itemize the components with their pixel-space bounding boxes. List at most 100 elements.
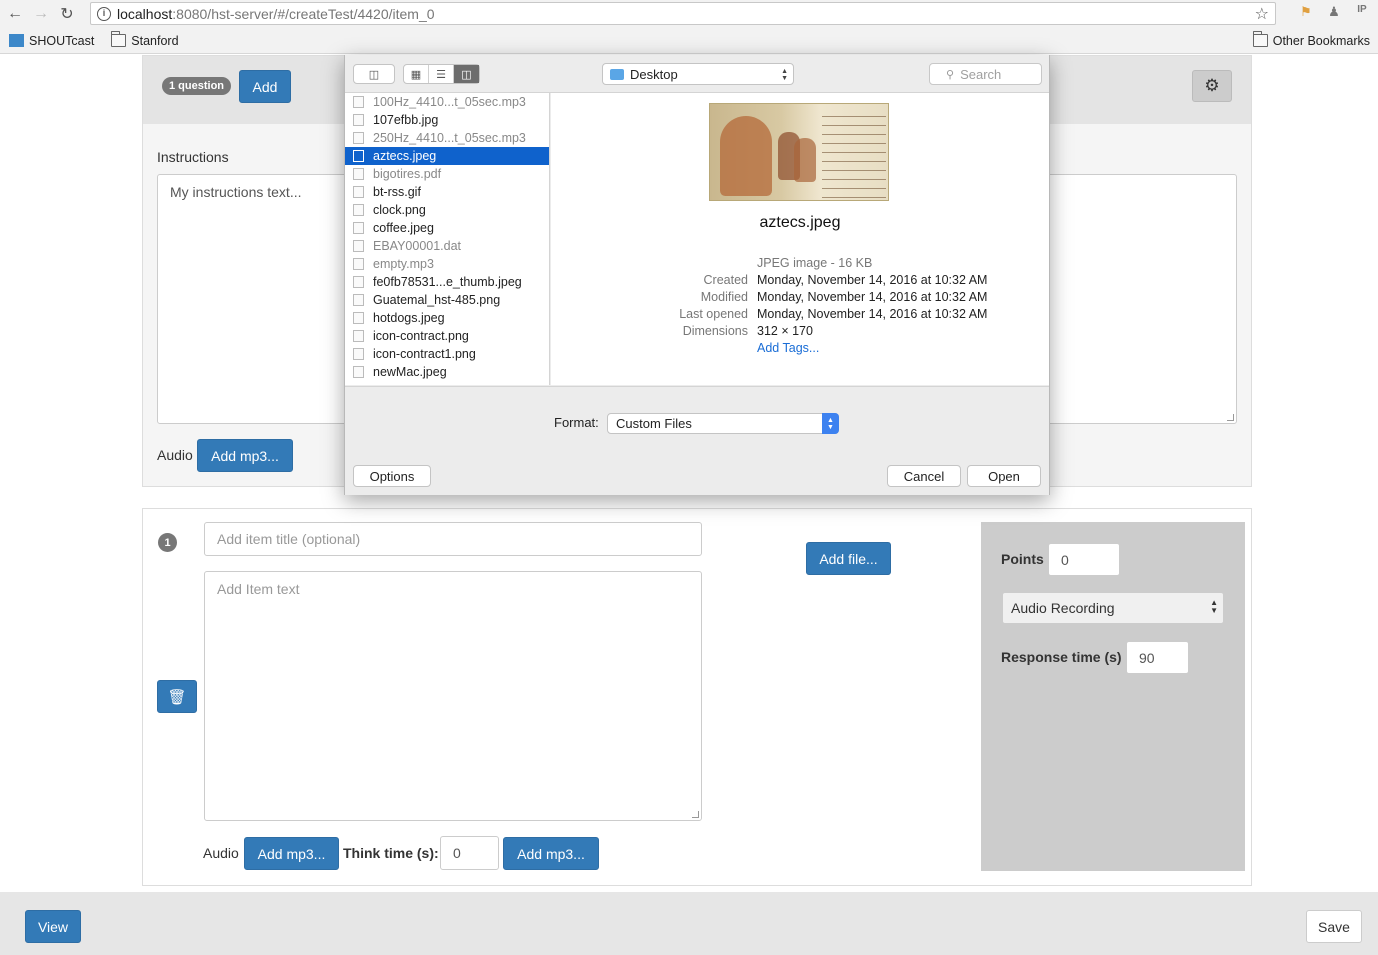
bookmark-star-icon[interactable]: ☆ [1255, 4, 1269, 24]
file-name: fe0fb78531...e_thumb.jpeg [373, 275, 522, 289]
add-question-button[interactable]: Add [239, 70, 291, 103]
file-list-item[interactable]: aztecs.jpeg [345, 147, 549, 165]
modified-value: Monday, November 14, 2016 at 10:32 AM [757, 290, 988, 304]
file-icon [353, 96, 364, 108]
file-list-item[interactable]: 107efbb.jpg [345, 111, 549, 129]
bookmark-label: Other Bookmarks [1272, 33, 1370, 48]
dimensions-label: Dimensions [682, 324, 748, 338]
trash-icon: 🗑 [167, 688, 187, 706]
instructions-audio-label: Audio [157, 447, 193, 463]
column-view-icon[interactable]: ◫ [454, 65, 479, 83]
options-button[interactable]: Options [353, 465, 431, 487]
file-name: Guatemal_hst-485.png [373, 293, 501, 307]
item-add-mp3-button[interactable]: Add mp3... [244, 837, 339, 870]
address-bar[interactable]: i localhost:8080/hst-server/#/createTest… [90, 2, 1276, 25]
file-list-item[interactable]: hotdogs.jpeg [345, 309, 549, 327]
cancel-button[interactable]: Cancel [887, 465, 961, 487]
file-icon [353, 132, 364, 144]
info-icon[interactable]: i [97, 6, 111, 21]
file-list-item[interactable]: 100Hz_4410...t_05sec.mp3 [345, 93, 549, 111]
forward-icon[interactable]: → [30, 3, 52, 25]
think-time-input[interactable]: 0 [440, 836, 499, 870]
file-name: 250Hz_4410...t_05sec.mp3 [373, 131, 526, 145]
bookmark-label: Stanford [131, 33, 179, 48]
file-list-item[interactable]: clock.png [345, 201, 549, 219]
file-preview: aztecs.jpeg JPEG image - 16 KB Created M… [551, 93, 1049, 385]
shoutcast-icon [9, 34, 24, 47]
think-time-label: Think time (s): [343, 845, 439, 861]
instructions-add-mp3-button[interactable]: Add mp3... [197, 439, 293, 472]
file-list-item[interactable]: icon-contract1.png [345, 345, 549, 363]
file-list-item[interactable]: fe0fb78531...e_thumb.jpeg [345, 273, 549, 291]
sidebar-icon[interactable]: ◫ [354, 65, 394, 83]
preview-filename: aztecs.jpeg [759, 214, 841, 231]
item-text-textarea[interactable]: Add Item text [204, 571, 702, 821]
url-path: :8080/hst-server/#/createTest/4420/item_… [172, 5, 435, 22]
preview-thumbnail [709, 103, 889, 201]
item-settings-panel: Points 0 Audio Recording ▲ ▼ Response tim… [981, 522, 1245, 871]
file-name: empty.mp3 [373, 257, 434, 271]
location-value: Desktop [630, 66, 678, 82]
file-icon [353, 276, 364, 288]
location-popup[interactable]: Desktop ▲ ▼ [602, 63, 794, 85]
resize-handle[interactable] [692, 811, 699, 818]
back-icon[interactable]: ← [4, 3, 26, 25]
points-input[interactable]: 0 [1048, 543, 1120, 576]
file-list-item[interactable]: newMac.jpeg [345, 363, 549, 381]
flag-extension-icon[interactable]: ⚑ [1296, 4, 1316, 20]
file-list-item[interactable]: bt-rss.gif [345, 183, 549, 201]
file-name: EBAY00001.dat [373, 239, 462, 253]
last-opened-value: Monday, November 14, 2016 at 10:32 AM [757, 307, 988, 321]
folder-icon [111, 31, 127, 47]
file-list-item[interactable]: 250Hz_4410...t_05sec.mp3 [345, 129, 549, 147]
file-list-item[interactable]: icon-contract.png [345, 327, 549, 345]
bookmark-stanford[interactable]: Stanford [111, 31, 179, 48]
bookmark-shoutcast[interactable]: SHOUTcast [9, 34, 94, 48]
file-list-item[interactable]: bigotires.pdf [345, 165, 549, 183]
file-list-item[interactable]: Guatemal_hst-485.png [345, 291, 549, 309]
resize-handle[interactable] [1227, 414, 1234, 421]
file-name: 100Hz_4410...t_05sec.mp3 [373, 95, 526, 109]
response-time-input[interactable]: 90 [1126, 641, 1189, 674]
delete-item-button[interactable]: 🗑 [157, 680, 197, 713]
last-opened-label: Last opened [679, 307, 748, 321]
response-type-select[interactable]: Audio Recording ▲ ▼ [1002, 592, 1224, 624]
person-extension-icon[interactable]: ♟ [1324, 4, 1344, 20]
sidebar-toggle[interactable]: ◫ [353, 64, 395, 84]
dialog-bottom-bar: Format: Custom Files ▲ ▼ Options Cancel O… [345, 386, 1049, 495]
file-list-item[interactable]: EBAY00001.dat [345, 237, 549, 255]
file-name: 107efbb.jpg [373, 113, 439, 127]
file-icon [353, 240, 364, 252]
reload-icon[interactable]: ↻ [56, 3, 78, 25]
file-name: bt-rss.gif [373, 185, 421, 199]
file-icon [353, 150, 364, 162]
open-button[interactable]: Open [967, 465, 1041, 487]
points-label: Points [1001, 551, 1044, 567]
icon-view-icon[interactable]: ▦ [404, 65, 429, 83]
other-bookmarks[interactable]: Other Bookmarks [1252, 31, 1370, 48]
file-icon [353, 222, 364, 234]
add-tags-link[interactable]: Add Tags... [757, 341, 819, 355]
list-view-icon[interactable]: ☰ [429, 65, 454, 83]
browser-toolbar: ← → ↻ i localhost:8080/hst-server/#/crea… [0, 0, 1378, 28]
file-list-item[interactable]: coffee.jpeg [345, 219, 549, 237]
file-list-item[interactable]: empty.mp3 [345, 255, 549, 273]
think-add-mp3-button[interactable]: Add mp3... [503, 837, 599, 870]
ip-extension-icon[interactable]: IP [1352, 4, 1372, 20]
file-icon [353, 312, 364, 324]
instructions-text: My instructions text... [170, 184, 302, 200]
settings-button[interactable]: ⚙ [1192, 70, 1232, 102]
save-button[interactable]: Save [1306, 910, 1362, 943]
view-button[interactable]: View [25, 910, 81, 943]
search-placeholder: Search [960, 66, 1002, 82]
url-host: localhost [117, 5, 173, 22]
item-title-input[interactable]: Add item title (optional) [204, 522, 702, 556]
add-file-button[interactable]: Add file... [806, 542, 891, 575]
file-name: icon-contract.png [373, 329, 469, 343]
question-count-badge: 1 question [162, 77, 232, 95]
view-mode-segmented: ▦ ☰ ◫ [403, 64, 480, 84]
format-select[interactable]: Custom Files ▲ ▼ [607, 413, 839, 434]
file-icon [353, 366, 364, 378]
file-name: icon-contract1.png [373, 347, 476, 361]
search-input[interactable]: ⚲ Search [929, 63, 1042, 85]
